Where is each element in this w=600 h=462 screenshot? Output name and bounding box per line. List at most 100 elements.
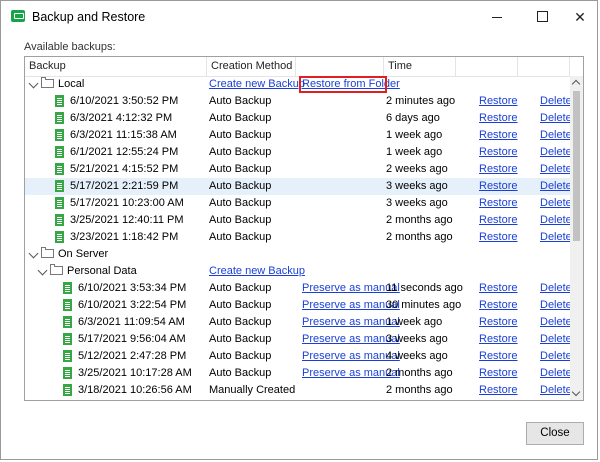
column-header-restore[interactable]: [456, 57, 518, 76]
scroll-down-arrow-icon[interactable]: [570, 387, 583, 400]
chevron-down-icon[interactable]: [28, 248, 39, 259]
delete-link[interactable]: Delete: [540, 161, 572, 178]
delete-link[interactable]: Delete: [540, 365, 572, 382]
close-window-button[interactable]: ✕: [562, 1, 598, 33]
creation-method: Manually Created: [209, 384, 296, 396]
chevron-down-icon[interactable]: [37, 265, 48, 276]
column-header-backup[interactable]: Backup: [25, 57, 207, 76]
backup-file-icon: [63, 316, 72, 328]
backup-name: 6/1/2021 12:55:24 PM: [70, 146, 179, 158]
backup-name: 6/10/2021 3:53:34 PM: [78, 282, 187, 294]
window-title: Backup and Restore: [32, 10, 146, 24]
delete-link[interactable]: Delete: [540, 178, 572, 195]
backup-file-icon: [55, 197, 64, 209]
delete-link[interactable]: Delete: [540, 229, 572, 246]
maximize-button[interactable]: [524, 1, 560, 33]
backup-time: 2 months ago: [386, 214, 453, 226]
delete-link[interactable]: Delete: [540, 331, 572, 348]
backup-time: 1 week ago: [386, 316, 443, 328]
backup-name: 6/3/2021 11:09:54 AM: [78, 316, 185, 328]
column-header-creation-method[interactable]: Creation Method: [207, 57, 296, 76]
local-backup-row[interactable]: 3/25/2021 12:40:11 PM Auto Backup 2 months…: [25, 212, 572, 229]
server-backup-row[interactable]: 5/12/2021 2:47:28 PM Auto Backup Preserve …: [25, 348, 572, 365]
minimize-button[interactable]: [479, 1, 515, 33]
delete-link[interactable]: Delete: [540, 280, 572, 297]
restore-link[interactable]: Restore: [479, 331, 518, 348]
backup-time: 2 months ago: [386, 367, 453, 379]
delete-link[interactable]: Delete: [540, 297, 572, 314]
column-header-time[interactable]: Time: [384, 57, 456, 76]
create-new-backup-link[interactable]: Create new Backup: [209, 263, 305, 280]
delete-link[interactable]: Delete: [540, 93, 572, 110]
delete-link[interactable]: Delete: [540, 144, 572, 161]
restore-link[interactable]: Restore: [479, 365, 518, 382]
creation-method: Auto Backup: [209, 299, 272, 311]
vertical-scrollbar[interactable]: [570, 76, 583, 400]
scroll-up-arrow-icon[interactable]: [570, 76, 583, 89]
partial-backup-row[interactable]: [25, 399, 570, 400]
backup-name: 3/25/2021 12:40:11 PM: [70, 214, 184, 226]
backup-restore-window: Backup and Restore ✕ Available backups: …: [0, 0, 598, 460]
restore-link[interactable]: Restore: [479, 110, 518, 127]
creation-method: Auto Backup: [209, 231, 272, 243]
backup-time: 2 minutes ago: [386, 95, 456, 107]
tree-node-local[interactable]: Local Create new Backup Restore from Folde…: [25, 76, 570, 93]
tree-node-personal-data[interactable]: Personal Data Create new Backup: [25, 263, 570, 280]
backup-file-icon: [55, 163, 64, 175]
creation-method: Auto Backup: [209, 180, 272, 192]
creation-method: Auto Backup: [209, 350, 272, 362]
local-backup-row[interactable]: 6/1/2021 12:55:24 PM Auto Backup 1 week ag…: [25, 144, 572, 161]
server-backup-row[interactable]: 6/10/2021 3:22:54 PM Auto Backup Preserve …: [25, 297, 572, 314]
delete-link[interactable]: Delete: [540, 348, 572, 365]
restore-link[interactable]: Restore: [479, 297, 518, 314]
tree-node-on-server[interactable]: On Server: [25, 246, 570, 263]
local-backup-row[interactable]: 6/10/2021 3:50:52 PM Auto Backup 2 minutes…: [25, 93, 572, 110]
restore-link[interactable]: Restore: [479, 161, 518, 178]
local-backup-row[interactable]: 5/21/2021 4:15:52 PM Auto Backup 2 weeks a…: [25, 161, 572, 178]
delete-link[interactable]: Delete: [540, 212, 572, 229]
table-header: Backup Creation Method Time: [25, 57, 583, 77]
backup-time: 30 minutes ago: [386, 299, 462, 311]
delete-link[interactable]: Delete: [540, 110, 572, 127]
local-backup-row[interactable]: 6/3/2021 4:12:32 PM Auto Backup 6 days ago…: [25, 110, 572, 127]
column-header-delete[interactable]: [518, 57, 570, 76]
backup-file-icon: [55, 180, 64, 192]
delete-link[interactable]: Delete: [540, 195, 572, 212]
local-backup-row[interactable]: 5/17/2021 10:23:00 AM Auto Backup 3 weeks …: [25, 195, 572, 212]
backup-file-icon: [63, 299, 72, 311]
delete-link[interactable]: Delete: [540, 314, 572, 331]
backup-time: 11 seconds ago: [386, 282, 463, 294]
local-backup-row[interactable]: 5/17/2021 2:21:59 PM Auto Backup 3 weeks a…: [25, 178, 572, 195]
delete-link[interactable]: Delete: [540, 127, 572, 144]
creation-method: Auto Backup: [209, 146, 272, 158]
delete-link[interactable]: Delete: [540, 382, 572, 399]
restore-link[interactable]: Restore: [479, 195, 518, 212]
local-backup-row[interactable]: 6/3/2021 11:15:38 AM Auto Backup 1 week ag…: [25, 127, 572, 144]
backup-file-icon: [63, 333, 72, 345]
restore-link[interactable]: Restore: [479, 144, 518, 161]
restore-link[interactable]: Restore: [479, 382, 518, 399]
chevron-down-icon[interactable]: [28, 78, 39, 89]
restore-link[interactable]: Restore: [479, 229, 518, 246]
create-new-backup-link[interactable]: Create new Backup: [209, 76, 305, 93]
server-backup-row[interactable]: 6/10/2021 3:53:34 PM Auto Backup Preserve …: [25, 280, 572, 297]
restore-link[interactable]: Restore: [479, 93, 518, 110]
restore-link[interactable]: Restore: [479, 280, 518, 297]
creation-method: Auto Backup: [209, 163, 272, 175]
restore-link[interactable]: Restore: [479, 127, 518, 144]
backup-file-icon: [63, 384, 72, 396]
server-backup-row[interactable]: 6/3/2021 11:09:54 AM Auto Backup Preserve …: [25, 314, 572, 331]
backup-file-icon: [55, 214, 64, 226]
server-backup-row[interactable]: 3/25/2021 10:17:28 AM Auto Backup Preserve…: [25, 365, 572, 382]
restore-link[interactable]: Restore: [479, 348, 518, 365]
restore-link[interactable]: Restore: [479, 178, 518, 195]
server-backup-row[interactable]: 5/17/2021 9:56:04 AM Auto Backup Preserve …: [25, 331, 572, 348]
server-backup-row[interactable]: 3/18/2021 10:26:56 AM Manually Created 2 m…: [25, 382, 572, 399]
column-header-preserve[interactable]: [296, 57, 384, 76]
scrollbar-thumb[interactable]: [573, 91, 580, 241]
close-button[interactable]: Close: [526, 422, 584, 445]
backup-time: 1 week ago: [386, 146, 443, 158]
restore-link[interactable]: Restore: [479, 314, 518, 331]
local-backup-row[interactable]: 3/23/2021 1:18:42 PM Auto Backup 2 months …: [25, 229, 572, 246]
restore-link[interactable]: Restore: [479, 212, 518, 229]
